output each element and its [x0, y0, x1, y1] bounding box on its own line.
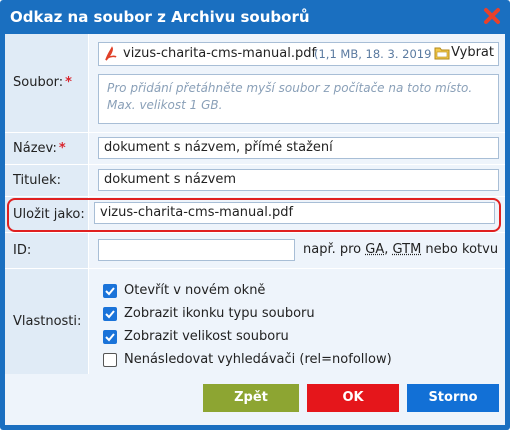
checkbox-checked[interactable] — [103, 307, 117, 321]
name-row: Název: * dokument s názvem, přímé stažení — [5, 133, 505, 165]
folder-icon[interactable] — [434, 45, 450, 61]
check-icon — [105, 310, 115, 319]
choose-file-button[interactable]: Vybrat — [451, 45, 494, 60]
back-button[interactable]: Zpět — [203, 384, 299, 412]
pdf-icon — [105, 46, 117, 61]
required-mark: * — [58, 141, 66, 156]
id-input[interactable] — [98, 239, 295, 261]
properties-label: Vlastnosti: — [13, 314, 82, 329]
id-hint: např. pro GA, GTM nebo kotvu — [303, 242, 499, 257]
file-row: Soubor: * vizus-charita-cms-manual.pdf (1… — [5, 34, 505, 133]
name-input[interactable]: dokument s názvem, přímé stažení — [98, 137, 499, 159]
checkbox-checked[interactable] — [103, 330, 117, 344]
check-icon — [105, 333, 115, 342]
dialog-body: Soubor: * vizus-charita-cms-manual.pdf (1… — [5, 34, 505, 425]
check-icon — [105, 287, 115, 296]
option-label: Zobrazit velikost souboru — [124, 329, 289, 344]
save-as-highlight — [7, 198, 501, 232]
file-name: vizus-charita-cms-manual.pdf — [123, 46, 317, 61]
checkbox-unchecked[interactable] — [103, 353, 117, 367]
caption-input[interactable]: dokument s názvem — [98, 169, 499, 191]
checkbox-checked[interactable] — [103, 284, 117, 298]
caption-label: Titulek: — [13, 173, 62, 188]
caption-row: Titulek: dokument s názvem — [5, 165, 505, 197]
abbr-ga: GA — [365, 242, 385, 257]
file-selector[interactable]: vizus-charita-cms-manual.pdf (1,1 MB, 18… — [98, 42, 499, 66]
option-label: Otevřít v novém okně — [124, 283, 266, 298]
abbr-gtm: GTM — [392, 242, 422, 257]
file-dropzone[interactable]: Pro přidání přetáhněte myší soubor z poč… — [98, 74, 499, 124]
close-icon[interactable] — [482, 6, 502, 26]
cancel-button[interactable]: Storno — [407, 384, 499, 412]
required-mark: * — [65, 75, 72, 90]
file-link-dialog: Odkaz na soubor z Archivu souborů Soubor… — [0, 0, 510, 430]
file-label: Soubor: * — [13, 75, 72, 90]
name-label: Název: * — [13, 141, 66, 156]
dialog-title: Odkaz na soubor z Archivu souborů — [10, 8, 310, 26]
id-label: ID: — [13, 243, 32, 258]
option-label: Nenásledovat vyhledávači (rel=nofollow) — [124, 352, 392, 367]
file-meta: (1,1 MB, 18. 3. 2019 — [314, 47, 432, 61]
dialog-titlebar: Odkaz na soubor z Archivu souborů — [0, 0, 510, 34]
option-label: Zobrazit ikonku typu souboru — [124, 306, 315, 321]
ok-button[interactable]: OK — [307, 384, 399, 412]
